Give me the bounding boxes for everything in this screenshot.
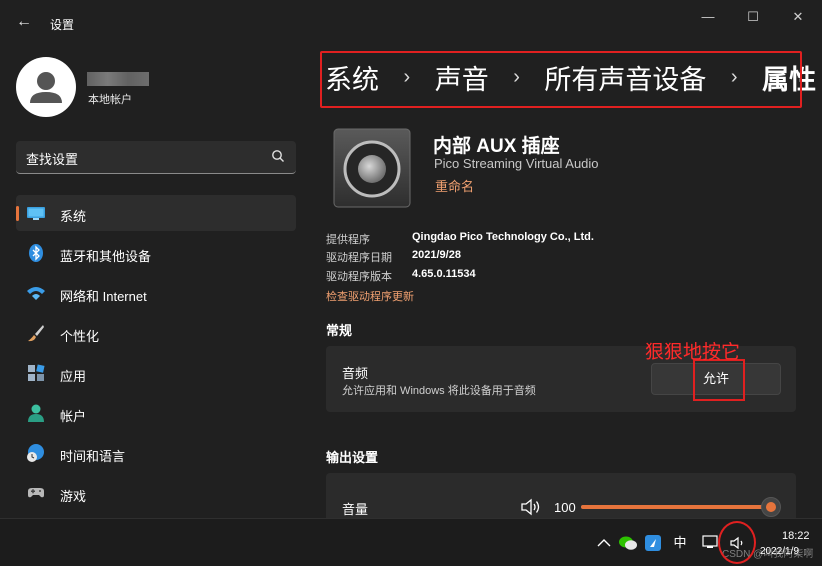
device-name: 内部 AUX 插座 [433, 136, 560, 157]
sidebar-item-accounts[interactable]: 帐户 [16, 395, 296, 431]
title-bar: ← 设置 — ☐ ✕ [0, 0, 822, 48]
driver-date-label: 驱动程序日期 [326, 252, 392, 264]
minimize-button[interactable]: — [690, 6, 726, 28]
driver-provider-label: 提供程序 [326, 234, 370, 246]
app-title: 设置 [50, 18, 75, 32]
driver-version-value: 4.65.0.11534 [412, 268, 476, 280]
section-general-title: 常规 [326, 323, 353, 338]
annotation-circle-speaker [718, 521, 756, 564]
avatar[interactable] [16, 57, 76, 117]
active-indicator [16, 206, 19, 221]
close-button[interactable]: ✕ [780, 6, 816, 28]
rename-link[interactable]: 重命名 [435, 176, 474, 195]
volume-slider-fill [581, 505, 771, 509]
search-box[interactable]: 查找设置 [16, 141, 296, 174]
sidebar-item-time-language[interactable]: 时间和语言 [16, 435, 296, 471]
volume-value: 100 [554, 500, 576, 515]
sidebar-item-bluetooth[interactable]: 蓝牙和其他设备 [16, 235, 296, 271]
volume-icon[interactable] [520, 497, 542, 517]
user-silhouette-icon [30, 72, 62, 103]
gamepad-icon [28, 488, 44, 498]
audio-title: 音频 [342, 366, 369, 381]
search-input[interactable]: 查找设置 [26, 149, 78, 168]
annotation-text: 狠狠地按它 [645, 342, 741, 363]
sidebar-item-label: 个性化 [60, 329, 100, 344]
device-subtitle: Pico Streaming Virtual Audio [434, 156, 599, 171]
ime-indicator[interactable]: 中 [670, 533, 690, 553]
app-tray-icon[interactable] [643, 533, 663, 553]
username-redacted [87, 72, 149, 86]
maximize-button[interactable]: ☐ [735, 6, 771, 28]
driver-provider-value: Qingdao Pico Technology Co., Ltd. [412, 231, 594, 243]
maximize-icon: ☐ [747, 9, 759, 24]
sidebar-item-label: 系统 [60, 209, 87, 224]
annotation-box-breadcrumb [320, 51, 802, 108]
sidebar-item-label: 游戏 [60, 489, 87, 504]
system-monitor-icon [27, 207, 45, 220]
globe-clock-icon [27, 444, 44, 462]
check-driver-update-link[interactable]: 检查驱动程序更新 [326, 288, 414, 304]
arrow-left-icon: ← [16, 13, 32, 30]
taskbar: 中 CSDN @叫我阿柒啊 18:22 2022/1/9 [0, 518, 822, 566]
sidebar-item-system[interactable]: 系统 [16, 195, 296, 231]
section-output-title: 输出设置 [326, 450, 379, 465]
wifi-icon [27, 287, 45, 300]
sidebar-item-label: 帐户 [60, 409, 87, 424]
person-icon [28, 404, 44, 422]
wechat-icon[interactable] [618, 533, 638, 553]
driver-version-label: 驱动程序版本 [326, 271, 392, 283]
clock-date[interactable]: 2022/1/9 [760, 546, 799, 557]
apps-icon [28, 364, 45, 381]
volume-card: 音量 100 [326, 473, 796, 518]
sidebar-item-label: 时间和语言 [60, 449, 126, 464]
sidebar-item-personalization[interactable]: 个性化 [16, 315, 296, 351]
sidebar-item-apps[interactable]: 应用 [16, 355, 296, 391]
account-type: 本地帐户 [88, 94, 132, 106]
audio-description: 允许应用和 Windows 将此设备用于音频 [342, 385, 536, 397]
sidebar-item-gaming[interactable]: 游戏 [16, 475, 296, 511]
speaker-icon [333, 128, 411, 208]
brush-icon [28, 325, 44, 342]
minimize-icon: — [701, 9, 715, 24]
volume-label: 音量 [342, 502, 369, 517]
chevron-up-icon[interactable] [594, 533, 614, 553]
back-button[interactable]: ← [12, 10, 36, 34]
volume-slider-thumb[interactable] [761, 497, 781, 517]
search-icon [272, 150, 284, 162]
sidebar-item-label: 应用 [60, 369, 87, 384]
clock-time[interactable]: 18:22 [782, 530, 810, 542]
volume-slider[interactable] [581, 497, 781, 517]
close-icon: ✕ [792, 9, 804, 24]
sidebar-item-label: 蓝牙和其他设备 [60, 249, 152, 264]
annotation-box-allow [693, 359, 745, 401]
sidebar-item-label: 网络和 Internet [60, 289, 147, 304]
driver-date-value: 2021/9/28 [412, 249, 461, 261]
bluetooth-icon [29, 244, 43, 262]
sidebar-item-network[interactable]: 网络和 Internet [16, 275, 296, 311]
